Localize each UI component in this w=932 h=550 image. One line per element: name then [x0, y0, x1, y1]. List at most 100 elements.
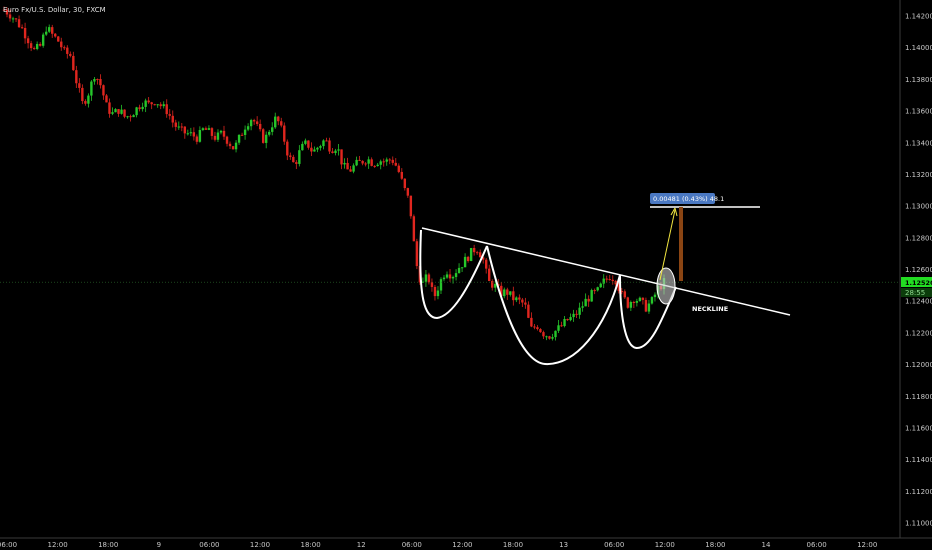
candle-up [156, 104, 159, 106]
candle-down [373, 165, 376, 167]
candle-up [177, 126, 180, 128]
candle-up [439, 279, 443, 291]
time-tick-label: 9 [157, 541, 161, 549]
candle-up [635, 301, 639, 303]
candle-down [96, 79, 99, 81]
candle-up [301, 143, 304, 151]
price-tick-label: 1.13600 [905, 108, 932, 116]
candle-down [412, 216, 416, 242]
candle-up [234, 142, 238, 150]
candle-down [388, 159, 391, 161]
candle-up [207, 128, 211, 130]
candle-down [641, 297, 645, 300]
candle-down [289, 155, 292, 157]
candle-up [237, 134, 241, 143]
candle-down [231, 146, 235, 150]
candle-up [298, 150, 301, 164]
candle-down [75, 70, 78, 84]
candle-down [632, 301, 636, 303]
candle-up [629, 301, 633, 308]
candle-down [81, 87, 84, 102]
candle-down [255, 121, 259, 124]
candle-down [240, 134, 244, 136]
candle-down [433, 286, 437, 297]
candle-down [29, 43, 33, 49]
candle-down [340, 149, 343, 165]
candle-up [572, 313, 575, 318]
candle-down [403, 178, 407, 189]
price-chart[interactable]: 0.00481 (0.43%) 48.1 NECKLINE Euro Fx/U.… [0, 0, 932, 550]
candle-down [17, 19, 21, 28]
candle-down [54, 33, 57, 37]
candle-up [216, 132, 220, 140]
candle-down [129, 116, 132, 118]
candle-down [26, 38, 30, 44]
candle-up [162, 104, 165, 107]
candle-up [141, 106, 144, 110]
candle-up [367, 159, 370, 164]
candle-down [370, 159, 373, 166]
candle-down [328, 140, 331, 152]
candle-down [183, 126, 187, 134]
candle-up [111, 112, 114, 114]
candle-down [72, 55, 75, 71]
candle-down [427, 274, 431, 283]
price-tick-label: 1.12600 [905, 266, 932, 274]
candle-down [283, 125, 286, 142]
measure-bar[interactable] [679, 207, 683, 281]
candle-down [57, 36, 60, 42]
candle-down [536, 327, 539, 330]
candle-up [304, 140, 307, 144]
time-tick-label: 12:00 [250, 541, 270, 549]
candle-down [261, 129, 265, 143]
candle-down [512, 291, 515, 301]
candle-up [647, 303, 651, 312]
current-price-value: 1.12520 [905, 279, 932, 287]
candle-down [99, 79, 102, 86]
candle-down [23, 27, 27, 39]
candle-down [560, 325, 563, 327]
candle-down [506, 289, 509, 295]
candle-down [397, 165, 400, 172]
candle-down [626, 297, 630, 308]
candle-up [445, 274, 449, 278]
measure-label: 0.00481 (0.43%) 48.1 [653, 195, 724, 203]
candle-down [349, 169, 352, 172]
price-tick-label: 1.12800 [905, 234, 932, 242]
candle-up [650, 297, 654, 304]
price-tick-label: 1.13400 [905, 139, 932, 147]
candle-up [114, 109, 117, 113]
current-price-tag: 1.12520 28:55 [901, 277, 932, 297]
neckline-label: NECKLINE [692, 305, 728, 313]
time-tick-label: 06:00 [604, 541, 624, 549]
candle-up [44, 31, 48, 35]
candle-down [307, 140, 310, 148]
breakout-ellipse[interactable] [656, 267, 676, 305]
price-tick-label: 1.11200 [905, 488, 932, 496]
price-tick-label: 1.12400 [905, 298, 932, 306]
candle-down [222, 130, 226, 137]
candle-up [316, 147, 319, 150]
candle-up [41, 34, 45, 46]
candle-up [249, 120, 253, 127]
candle-up [379, 161, 382, 165]
candle-up [120, 109, 123, 114]
candle-up [271, 127, 274, 132]
candle-up [352, 165, 355, 172]
candle-down [171, 115, 174, 123]
candle-up [469, 247, 473, 262]
candle-up [87, 95, 90, 104]
candle-down [286, 141, 289, 156]
candle-up [126, 116, 129, 118]
time-tick-label: 14 [762, 541, 771, 549]
candle-down [488, 268, 491, 282]
candle-down [63, 47, 66, 49]
candle-down [277, 116, 280, 122]
candle-up [463, 256, 467, 268]
candle-up [48, 27, 51, 32]
candle-down [69, 53, 72, 56]
candle-up [509, 291, 512, 295]
candle-down [180, 126, 184, 128]
candle-up [557, 325, 560, 331]
candle-down [102, 85, 105, 96]
